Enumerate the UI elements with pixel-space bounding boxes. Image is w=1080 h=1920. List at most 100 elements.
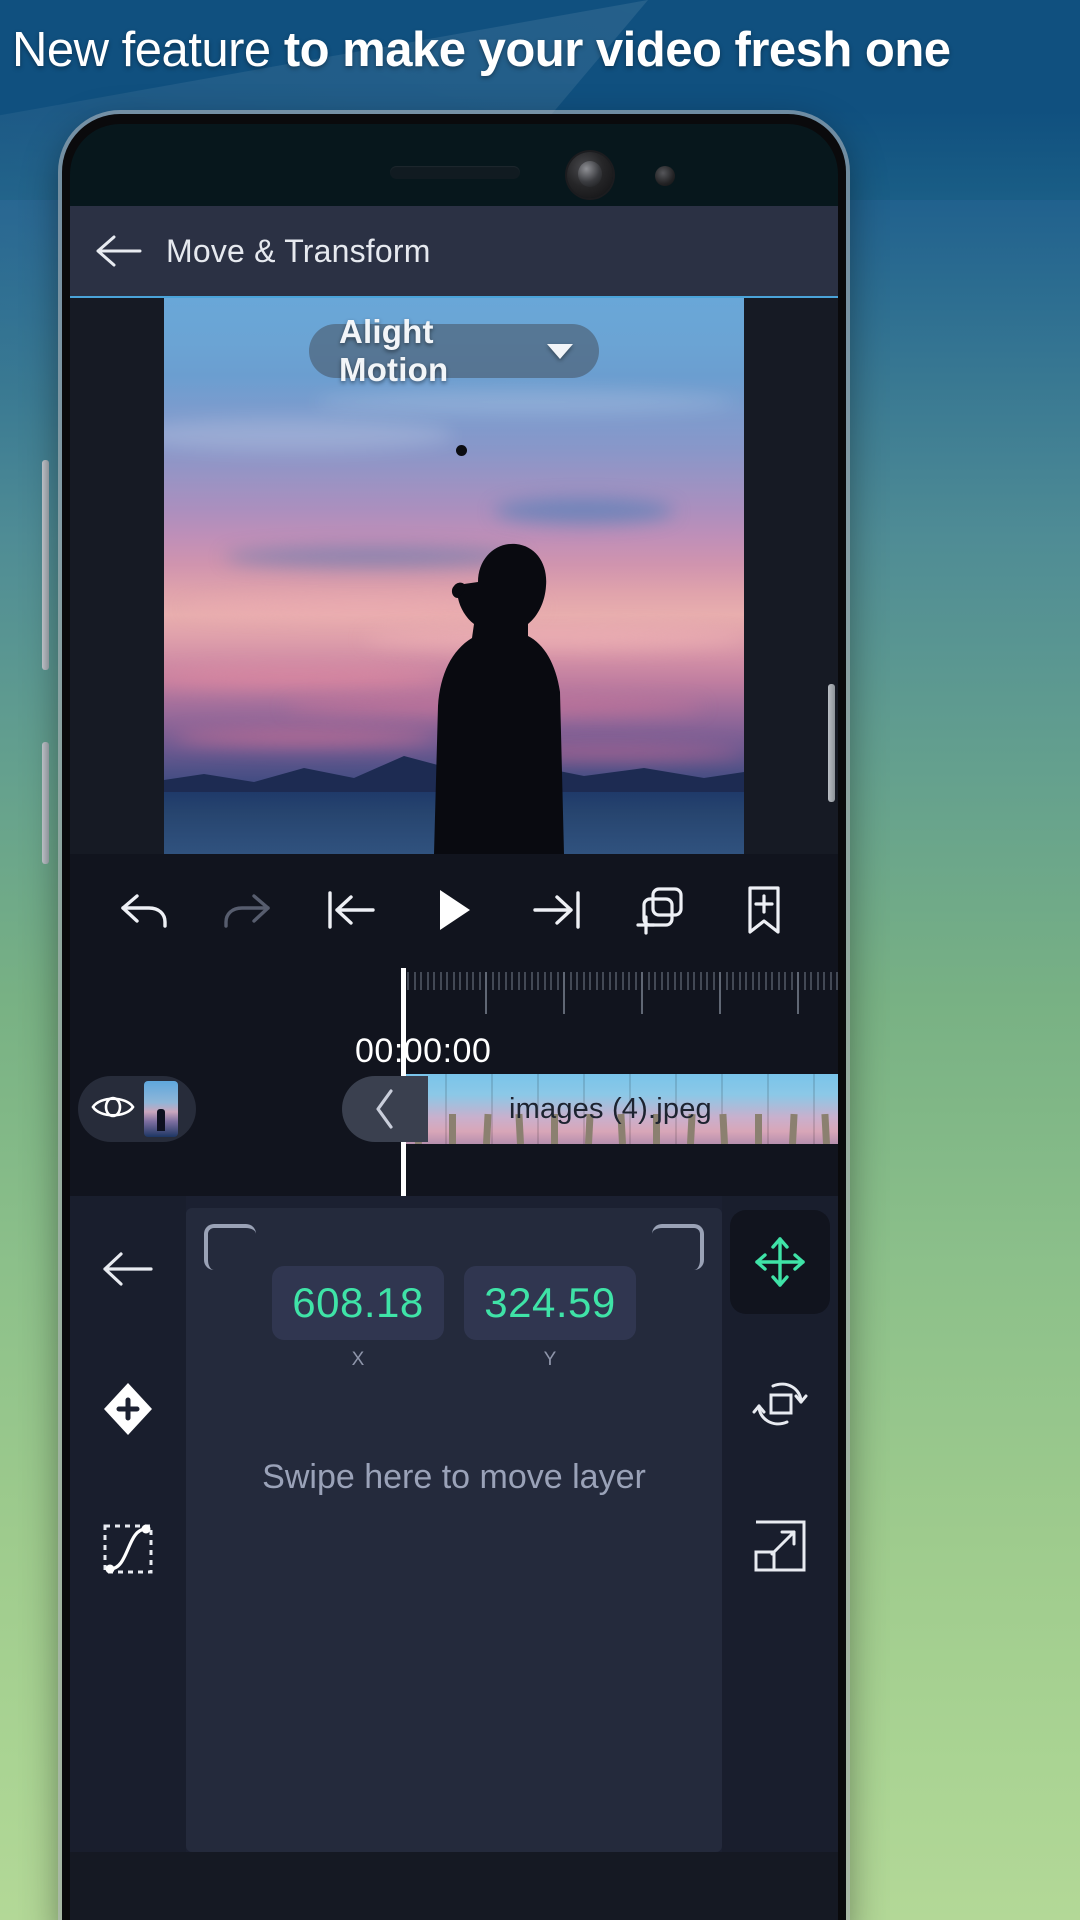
x-value-field[interactable]: 608.18 <box>272 1266 444 1340</box>
selection-corner-marker <box>652 1224 704 1270</box>
alight-motion-watermark[interactable]: Alight Motion <box>309 313 599 388</box>
ruler-tick <box>524 972 526 990</box>
ruler-tick <box>634 972 637 990</box>
layer-header[interactable] <box>78 1076 196 1142</box>
eye-icon[interactable] <box>90 1092 136 1127</box>
ruler-tick <box>543 972 546 990</box>
ruler-tick <box>563 972 565 1014</box>
ruler-tick <box>732 972 734 990</box>
ruler-tick <box>680 972 682 990</box>
ruler-tick <box>569 972 572 990</box>
add-keyframe-diamond-icon <box>104 1383 152 1435</box>
app-bar: Move & Transform <box>70 206 838 298</box>
transform-values: 608.18 X 324.59 Y <box>186 1266 722 1371</box>
add-layer-button[interactable] <box>625 874 697 946</box>
move-tool[interactable] <box>730 1210 830 1314</box>
transport-toolbar <box>70 854 838 966</box>
transform-gesture-pad[interactable]: 608.18 X 324.59 Y Swipe here to move lay… <box>186 1208 722 1852</box>
rotate-tool[interactable] <box>730 1352 830 1456</box>
play-icon <box>439 890 470 930</box>
person-silhouette <box>416 524 566 854</box>
promo-page: New feature to make your video fresh one… <box>0 0 1080 1920</box>
ruler-tick <box>608 972 611 990</box>
ruler-tick <box>582 972 585 990</box>
ruler-tick <box>725 972 728 990</box>
bookmark-button[interactable] <box>728 874 800 946</box>
easing-curve-button[interactable] <box>89 1510 167 1588</box>
ruler-tick <box>491 972 494 990</box>
headline-bold: to make your video fresh one <box>283 23 951 77</box>
anchor-dot-icon[interactable] <box>455 445 467 457</box>
ruler-tick <box>621 972 624 990</box>
ruler-tick <box>517 972 520 990</box>
ruler-tick <box>576 972 578 990</box>
ruler-tick <box>758 972 760 990</box>
skip-start-button[interactable] <box>315 874 387 946</box>
ruler-tick <box>706 972 708 990</box>
ruler-tick <box>556 972 559 990</box>
power-button[interactable] <box>828 684 835 802</box>
gesture-hint-text: Swipe here to move layer <box>262 1458 646 1496</box>
scale-tool[interactable] <box>730 1494 830 1598</box>
redo-icon <box>224 894 270 928</box>
back-button[interactable] <box>92 224 146 278</box>
ruler-tick <box>537 972 539 990</box>
ruler-tick <box>797 972 799 1014</box>
ruler-tick <box>712 972 715 990</box>
volume-up-button[interactable] <box>42 460 49 670</box>
timeline-clip[interactable]: images (4).jpeg <box>401 1074 838 1144</box>
ruler-tick <box>459 972 461 990</box>
ruler-tick <box>777 972 780 990</box>
y-field-group: 324.59 Y <box>464 1266 636 1371</box>
ruler-tick <box>589 972 591 990</box>
ruler-tick <box>504 972 507 990</box>
ruler-tick <box>751 972 754 990</box>
watermark-label: Alight Motion <box>339 313 449 388</box>
ruler-tick <box>719 972 721 1014</box>
transform-left-rail <box>70 1196 186 1852</box>
skip-to-end-icon <box>533 891 581 929</box>
easing-curve-icon <box>103 1524 153 1574</box>
move-arrows-icon <box>755 1237 805 1287</box>
chevron-left-icon <box>376 1089 393 1129</box>
cloud <box>314 390 734 414</box>
y-value-field[interactable]: 324.59 <box>464 1266 636 1340</box>
layer-thumbnail[interactable] <box>144 1081 178 1137</box>
bookmark-plus-icon <box>748 886 780 934</box>
phone-screen: Move & Transform Alight Motion 00:00:00 … <box>70 206 838 1920</box>
ruler-tick <box>485 972 487 1014</box>
ruler-tick <box>660 972 663 990</box>
ruler-tick <box>628 972 630 990</box>
undo-button[interactable] <box>108 874 180 946</box>
volume-down-button[interactable] <box>42 742 49 864</box>
phone-mockup: Move & Transform Alight Motion 00:00:00 … <box>62 114 846 1920</box>
ruler-tick <box>771 972 773 990</box>
ruler-tick <box>511 972 513 990</box>
ruler-tick <box>816 972 819 990</box>
redo-button[interactable] <box>211 874 283 946</box>
ruler-tick <box>550 972 552 990</box>
skip-end-button[interactable] <box>521 874 593 946</box>
ruler-tick <box>738 972 741 990</box>
ruler-tick <box>615 972 617 990</box>
play-button[interactable] <box>418 874 490 946</box>
timeline[interactable]: 00:00:00 images (4).jpeg <box>70 966 838 1196</box>
timeline-ruler[interactable] <box>403 972 838 1016</box>
app-bar-title: Move & Transform <box>166 232 431 269</box>
ruler-tick <box>667 972 669 990</box>
add-keyframe-button[interactable] <box>89 1370 167 1448</box>
page-title: New feature to make your video fresh one <box>0 14 1080 86</box>
transform-back-button[interactable] <box>89 1230 167 1308</box>
x-field-group: 608.18 X <box>272 1266 444 1371</box>
ruler-tick <box>595 972 598 990</box>
ruler-tick <box>420 972 422 990</box>
ruler-tick <box>745 972 747 990</box>
y-field-label: Y <box>543 1349 557 1370</box>
ruler-tick <box>647 972 650 990</box>
ruler-tick <box>602 972 604 990</box>
selection-corner-marker <box>204 1224 256 1270</box>
previous-clip-button[interactable] <box>342 1076 428 1142</box>
video-canvas[interactable]: Alight Motion <box>164 298 744 854</box>
ruler-tick <box>426 972 429 990</box>
ruler-tick <box>446 972 448 990</box>
